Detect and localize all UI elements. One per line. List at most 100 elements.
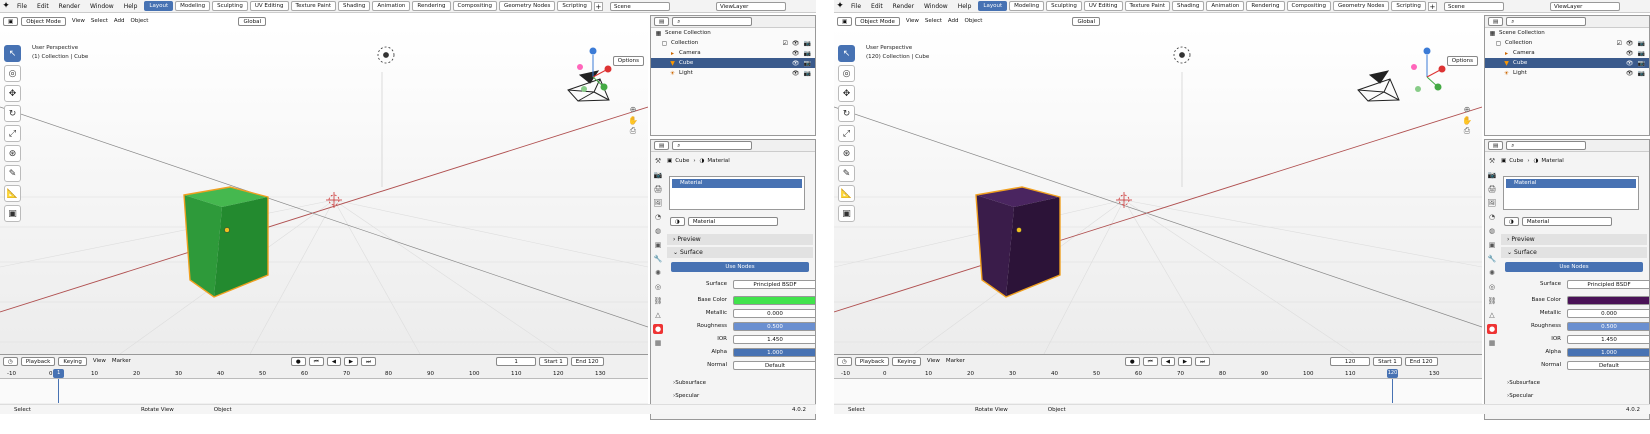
tab-modeling[interactable]: Modeling [175,1,211,11]
outliner-item-camera[interactable]: ▸ Camera 👁 📷 [651,48,815,58]
playhead[interactable]: 1 [53,369,65,378]
editor-type-icon[interactable]: ▣ [3,16,19,26]
move-tool-icon[interactable]: ✥ [4,85,21,102]
ior-field[interactable]: 1.450 [733,335,815,344]
frame-ruler[interactable]: -100102030405060708090100110120130120 [834,369,1482,379]
vp-menu-object[interactable]: Object [965,18,983,24]
tab-shading[interactable]: Shading [1172,1,1205,11]
view-layer-tab-icon[interactable]: 🖼 [653,198,663,208]
tool-tab-icon[interactable]: ⚒ [1487,156,1497,166]
outliner-item-cube[interactable]: ▼ Cube 👁 📷 [651,58,815,68]
current-frame-field[interactable]: 120 [1330,356,1371,366]
tab-scripting[interactable]: Scripting [557,1,592,11]
annotate-tool-icon[interactable]: ✎ [4,165,21,182]
orientation-select[interactable]: Global [1072,16,1101,26]
playback-menu[interactable]: Playback [20,356,56,366]
record-button[interactable]: ● [290,356,306,366]
roughness-field[interactable]: 0.500 [733,322,815,331]
menu-render[interactable]: Render [54,3,85,10]
render-icon[interactable]: 📷 [1638,40,1645,47]
render-tab-icon[interactable]: 📷 [653,170,663,180]
camera-view-icon[interactable]: ⎙ [628,126,638,136]
outliner-item-camera[interactable]: ▸ Camera 👁 📷 [1485,48,1649,58]
view-layer-tab-icon[interactable]: 🖼 [1487,198,1497,208]
vp-menu-object[interactable]: Object [131,18,149,24]
menu-help[interactable]: Help [953,3,977,10]
tab-uv-editing[interactable]: UV Editing [1083,1,1123,11]
tool-tab-icon[interactable]: ⚒ [653,156,663,166]
jump-end-icon[interactable]: ⏭ [361,356,377,366]
mode-select[interactable]: Object Mode [21,16,66,26]
use-nodes-button[interactable]: Use Nodes [671,262,809,272]
modifier-tab-icon[interactable]: 🔧 [653,254,663,264]
pan-hand-icon[interactable]: ✋ [628,115,638,125]
tab-animation[interactable]: Animation [1206,1,1245,11]
playhead[interactable]: 120 [1387,369,1398,378]
eye-icon[interactable]: 👁 [792,40,800,47]
outliner-editor-icon[interactable]: ▤ [654,17,670,26]
options-button[interactable]: Options [1446,56,1478,66]
menu-file[interactable]: File [846,3,866,10]
use-nodes-button[interactable]: Use Nodes [1505,262,1643,272]
modifier-tab-icon[interactable]: 🔧 [1487,254,1497,264]
rotate-tool-icon[interactable]: ↻ [838,105,855,122]
timeline-marker-menu[interactable]: Marker [946,358,965,364]
material-slot-item[interactable]: Material [672,179,802,188]
keying-menu[interactable]: Keying [892,356,921,366]
select-tool-icon[interactable]: ↖ [838,45,855,62]
menu-render[interactable]: Render [888,3,919,10]
output-tab-icon[interactable]: 🖨 [653,184,663,194]
object-tab-icon[interactable]: ▣ [653,240,663,250]
particles-tab-icon[interactable]: ✺ [653,268,663,278]
menu-window[interactable]: Window [919,3,953,10]
eye-icon[interactable]: 👁 [1626,60,1634,67]
orientation-select[interactable]: Global [238,16,267,26]
eye-icon[interactable]: 👁 [1626,50,1634,57]
add-workspace-button[interactable]: + [593,1,603,11]
outliner-collection[interactable]: ▢ Collection ☑ 👁 📷 [651,38,815,48]
tab-layout[interactable]: Layout [978,1,1008,11]
alpha-field[interactable]: 1.000 [1567,348,1649,357]
world-tab-icon[interactable]: ◍ [653,226,663,236]
vp-menu-view[interactable]: View [906,18,919,24]
eye-icon[interactable]: 👁 [1626,40,1634,47]
record-button[interactable]: ● [1124,356,1140,366]
surface-shader-field[interactable]: Principled BSDF [733,280,815,289]
texture-tab-icon[interactable]: ▦ [653,338,663,348]
render-icon[interactable]: 📷 [1638,60,1645,67]
ior-field[interactable]: 1.450 [1567,335,1649,344]
surface-shader-field[interactable]: Principled BSDF [1567,280,1649,289]
outliner-scene-collection[interactable]: ▦ Scene Collection [1485,28,1649,38]
texture-tab-icon[interactable]: ▦ [1487,338,1497,348]
add-workspace-button[interactable]: + [1427,1,1437,11]
transform-tool-icon[interactable]: ⊛ [4,145,21,162]
material-slot-item[interactable]: Material [1506,179,1636,188]
outliner-item-light[interactable]: ☀ Light 👁 📷 [1485,68,1649,78]
scene-tab-icon[interactable]: ◔ [1487,212,1497,222]
keyframe-area[interactable] [834,379,1482,403]
add-cube-tool-icon[interactable]: ▣ [838,205,855,222]
render-icon[interactable]: 📷 [1638,50,1645,57]
specular-panel-header[interactable]: › Specular [667,391,815,401]
timeline-marker-menu[interactable]: Marker [112,358,131,364]
alpha-field[interactable]: 1.000 [733,348,815,357]
material-tab-icon[interactable]: ● [1487,324,1497,334]
measure-tool-icon[interactable]: 📐 [838,185,855,202]
tab-layout[interactable]: Layout [144,1,174,11]
data-tab-icon[interactable]: △ [1487,310,1497,320]
vp-menu-add[interactable]: Add [114,18,125,24]
vp-menu-view[interactable]: View [72,18,85,24]
vp-menu-select[interactable]: Select [925,18,942,24]
surface-panel-header[interactable]: ⌄ Surface [1501,247,1647,258]
scale-tool-icon[interactable]: ⤢ [4,125,21,142]
data-tab-icon[interactable]: △ [653,310,663,320]
menu-edit[interactable]: Edit [32,3,54,10]
zoom-icon[interactable]: ⊕ [1462,104,1472,114]
play-icon[interactable]: ▶ [1177,356,1193,366]
tab-compositing[interactable]: Compositing [452,1,497,11]
annotate-tool-icon[interactable]: ✎ [838,165,855,182]
current-frame-field[interactable]: 1 [496,356,537,366]
scene-selector[interactable]: Scene [1444,2,1504,11]
keyframe-area[interactable] [0,379,648,403]
physics-tab-icon[interactable]: ◎ [653,282,663,292]
